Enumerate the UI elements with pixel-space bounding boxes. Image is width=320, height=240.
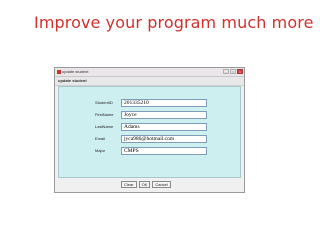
form-panel: StudentID 201335210 FirstName Joyce Last… bbox=[58, 86, 241, 178]
lastname-field[interactable]: Adams bbox=[121, 123, 207, 131]
clear-button[interactable]: Clear bbox=[121, 181, 137, 188]
cancel-button[interactable]: Cancel bbox=[152, 181, 171, 188]
window-controls: – □ × bbox=[223, 69, 243, 74]
window-title: update student bbox=[62, 69, 89, 74]
studentid-field[interactable]: 201335210 bbox=[121, 99, 207, 107]
email-label: Email bbox=[95, 136, 106, 141]
firstname-field[interactable]: Joyce bbox=[121, 111, 207, 119]
minimize-icon[interactable]: – bbox=[223, 69, 229, 74]
ok-button[interactable]: OK bbox=[138, 181, 151, 188]
app-icon bbox=[57, 70, 61, 74]
menu-label[interactable]: update student bbox=[58, 77, 87, 85]
firstname-label: FirstName bbox=[95, 112, 114, 117]
close-icon[interactable]: × bbox=[237, 69, 243, 74]
menu-bar: update student bbox=[55, 77, 244, 86]
button-bar: Clear OK Cancel bbox=[121, 181, 171, 188]
slide-title: Improve your program much more bbox=[34, 13, 314, 32]
major-field[interactable]: CMPS bbox=[121, 147, 207, 155]
update-student-window: update student – □ × update student Stud… bbox=[54, 67, 245, 193]
lastname-label: LastName bbox=[95, 124, 114, 129]
maximize-icon[interactable]: □ bbox=[230, 69, 236, 74]
email-field[interactable]: jyca986@hotmail.com bbox=[121, 135, 207, 143]
window-titlebar[interactable]: update student – □ × bbox=[55, 68, 244, 77]
studentid-label: StudentID bbox=[95, 100, 113, 105]
major-label: Major bbox=[95, 148, 106, 153]
